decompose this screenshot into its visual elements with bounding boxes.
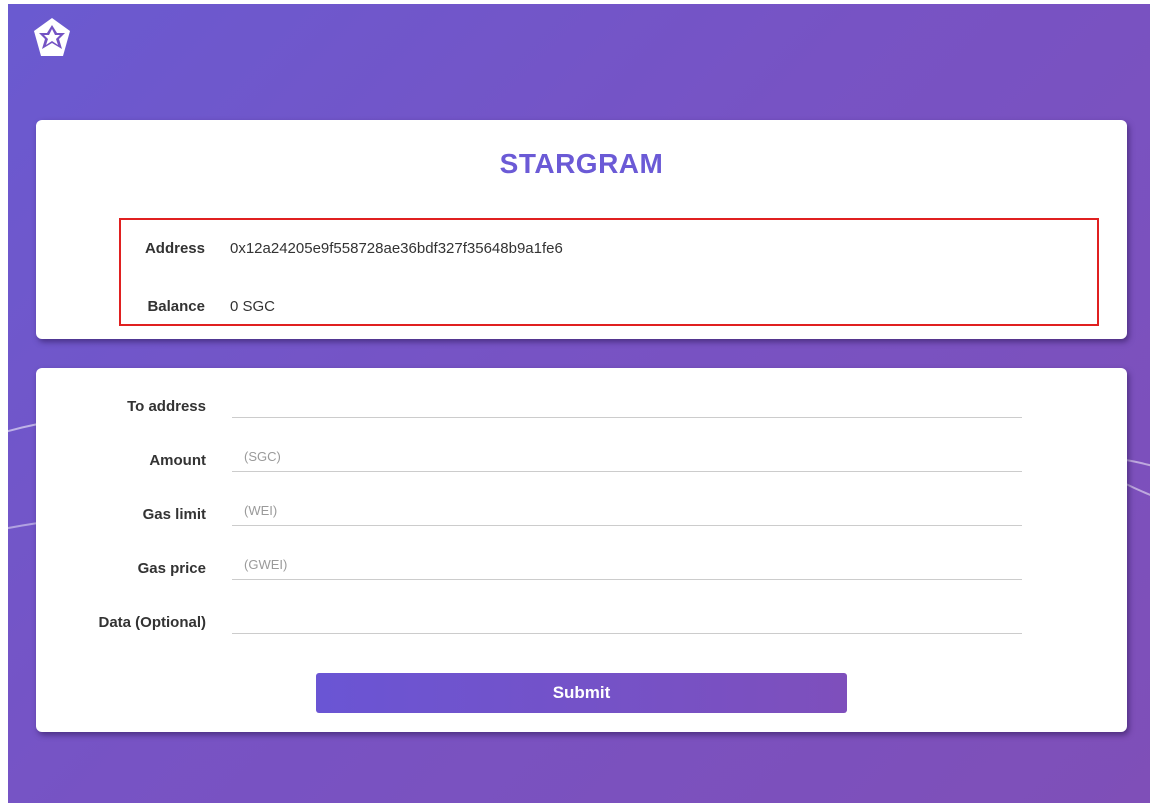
data-optional-input[interactable] bbox=[232, 604, 1022, 634]
wallet-info-card: STARGRAM Address 0x12a24205e9f558728ae36… bbox=[36, 120, 1127, 339]
gas-price-input[interactable] bbox=[232, 550, 1022, 580]
gas-price-label: Gas price bbox=[137, 560, 206, 577]
data-optional-label: Data (Optional) bbox=[98, 614, 207, 631]
amount-input[interactable] bbox=[232, 442, 1022, 472]
balance-label: Balance bbox=[147, 298, 205, 315]
submit-button[interactable]: Submit bbox=[316, 673, 847, 713]
balance-value: 0 SGC bbox=[230, 298, 276, 315]
page-title: STARGRAM bbox=[499, 148, 664, 179]
gas-limit-label: Gas limit bbox=[142, 506, 206, 523]
to-address-label: To address bbox=[127, 398, 206, 415]
gas-limit-input[interactable] bbox=[232, 496, 1022, 526]
app-background: STARGRAM Address 0x12a24205e9f558728ae36… bbox=[8, 4, 1150, 803]
address-value: 0x12a24205e9f558728ae36bdf327f35648b9a1f… bbox=[230, 240, 563, 257]
to-address-input[interactable] bbox=[232, 388, 1022, 418]
transfer-form-card: To address Amount Gas limit Gas price Da… bbox=[36, 368, 1127, 732]
address-label: Address bbox=[144, 240, 205, 257]
amount-label: Amount bbox=[149, 452, 206, 469]
star-pentagon-logo-icon[interactable] bbox=[32, 16, 72, 60]
